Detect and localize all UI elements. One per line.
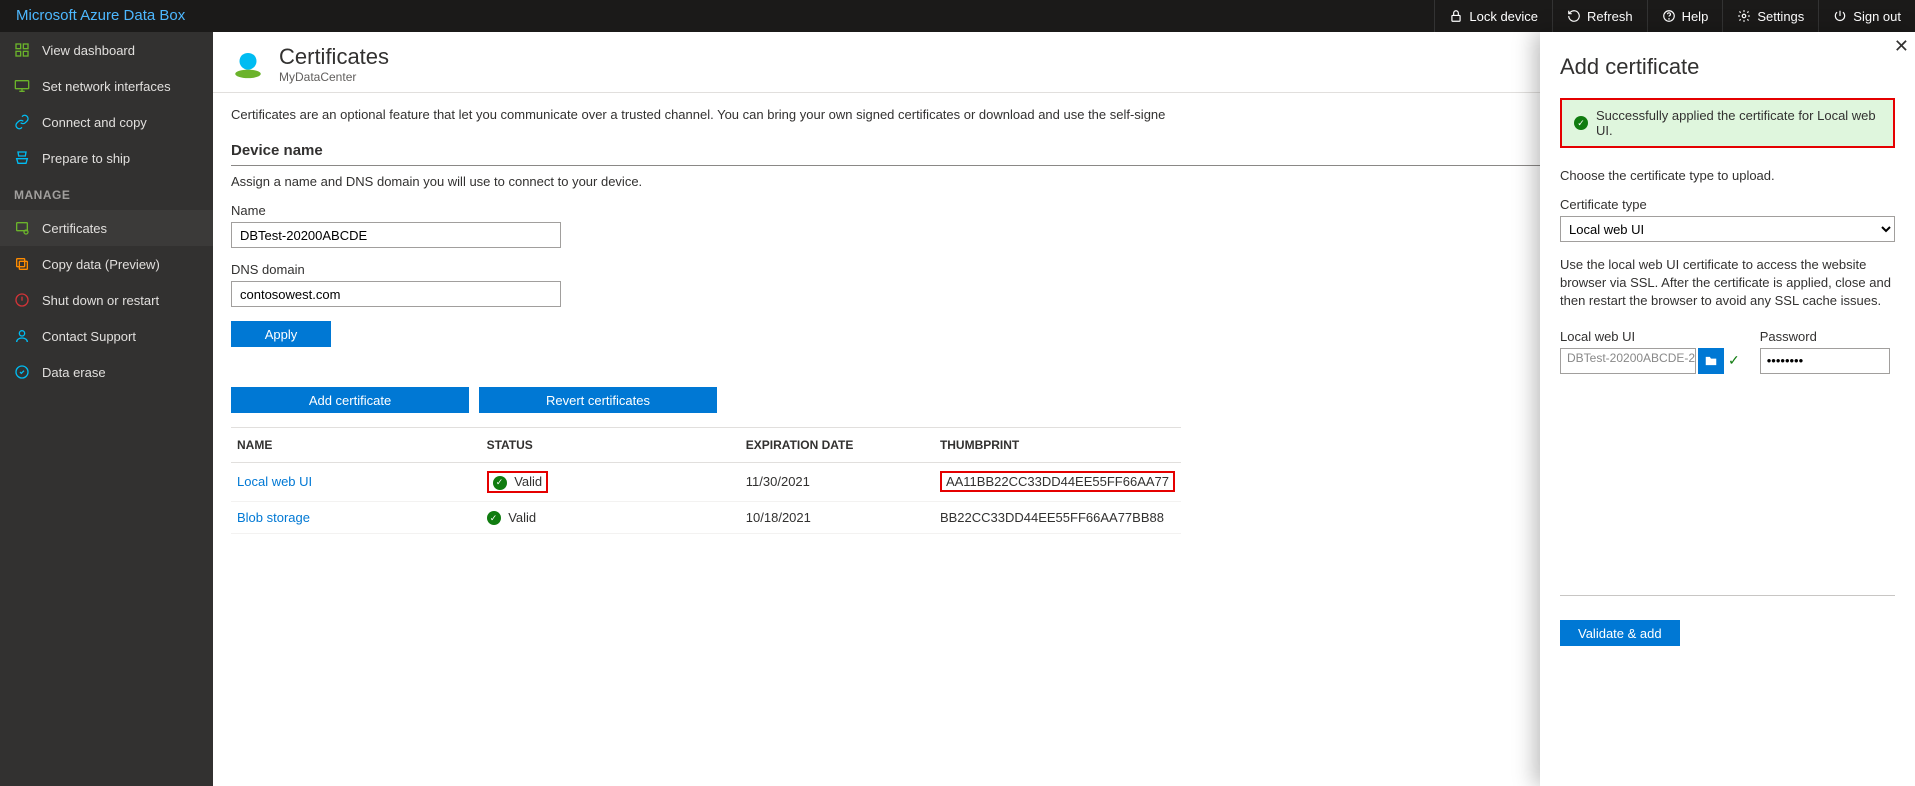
sidebar-item-dashboard[interactable]: View dashboard bbox=[0, 32, 213, 68]
copy-icon bbox=[14, 256, 30, 272]
table-row: Local web UI ✓ Valid 11/30/2021 AA11BB22… bbox=[231, 463, 1181, 502]
certificates-table: NAME STATUS EXPIRATION DATE THUMBPRINT L… bbox=[231, 427, 1181, 534]
file-name-field[interactable]: DBTest-20200ABCDE-2 bbox=[1560, 348, 1696, 374]
chain-icon bbox=[14, 114, 30, 130]
refresh-label: Refresh bbox=[1587, 9, 1633, 24]
cert-status: ✓ Valid bbox=[481, 501, 740, 534]
cert-help-text: Use the local web UI certificate to acce… bbox=[1560, 256, 1895, 311]
lock-device-button[interactable]: Lock device bbox=[1434, 0, 1552, 32]
panel-title: Add certificate bbox=[1560, 54, 1895, 80]
cert-type-label: Certificate type bbox=[1560, 197, 1895, 212]
sidebar-item-label: Prepare to ship bbox=[42, 151, 130, 166]
sidebar-item-support[interactable]: Contact Support bbox=[0, 318, 213, 354]
lock-device-label: Lock device bbox=[1469, 9, 1538, 24]
power-icon bbox=[1833, 9, 1847, 23]
cert-thumbprint: AA11BB22CC33DD44EE55FF66AA77 bbox=[934, 463, 1181, 502]
cert-thumbprint: BB22CC33DD44EE55FF66AA77BB88 bbox=[934, 501, 1181, 534]
refresh-icon bbox=[1567, 9, 1581, 23]
help-icon bbox=[1662, 9, 1676, 23]
sidebar-item-label: Shut down or restart bbox=[42, 293, 159, 308]
cert-link[interactable]: Local web UI bbox=[237, 474, 312, 489]
sidebar-item-label: Set network interfaces bbox=[42, 79, 171, 94]
sidebar-item-label: Contact Support bbox=[42, 329, 136, 344]
cert-expiration: 11/30/2021 bbox=[740, 463, 934, 502]
ship-icon bbox=[14, 150, 30, 166]
col-exp: EXPIRATION DATE bbox=[740, 428, 934, 463]
cert-link[interactable]: Blob storage bbox=[237, 510, 310, 525]
sidebar-item-copy[interactable]: Copy data (Preview) bbox=[0, 246, 213, 282]
topbar-actions: Lock device Refresh Help Settings Sign o… bbox=[1434, 0, 1915, 32]
network-icon bbox=[14, 78, 30, 94]
dns-input[interactable] bbox=[231, 281, 561, 307]
sidebar-item-label: Data erase bbox=[42, 365, 106, 380]
sidebar-item-label: Copy data (Preview) bbox=[42, 257, 160, 272]
col-name: NAME bbox=[231, 428, 481, 463]
sidebar-item-network[interactable]: Set network interfaces bbox=[0, 68, 213, 104]
signout-label: Sign out bbox=[1853, 9, 1901, 24]
validate-add-button[interactable]: Validate & add bbox=[1560, 620, 1680, 646]
sidebar-item-chain[interactable]: Connect and copy bbox=[0, 104, 213, 140]
cert-expiration: 10/18/2021 bbox=[740, 501, 934, 534]
sidebar-item-label: Certificates bbox=[42, 221, 107, 236]
apply-button[interactable]: Apply bbox=[231, 321, 331, 347]
topbar: Microsoft Azure Data Box Lock device Ref… bbox=[0, 0, 1915, 32]
signout-button[interactable]: Sign out bbox=[1818, 0, 1915, 32]
cert-status: ✓ Valid bbox=[481, 463, 740, 502]
choose-text: Choose the certificate type to upload. bbox=[1560, 168, 1895, 183]
password-label: Password bbox=[1760, 329, 1895, 344]
success-text: Successfully applied the certificate for… bbox=[1596, 108, 1881, 138]
password-input[interactable] bbox=[1760, 348, 1890, 374]
revert-certificates-button[interactable]: Revert certificates bbox=[479, 387, 717, 413]
settings-label: Settings bbox=[1757, 9, 1804, 24]
success-message: ✓ Successfully applied the certificate f… bbox=[1560, 98, 1895, 148]
sidebar-section-manage: MANAGE bbox=[0, 176, 213, 210]
cert-type-select[interactable]: Local web UI bbox=[1560, 216, 1895, 242]
sidebar-item-label: Connect and copy bbox=[42, 115, 147, 130]
file-valid-check-icon: ✓ bbox=[1728, 352, 1740, 369]
sidebar-item-erase[interactable]: Data erase bbox=[0, 354, 213, 390]
col-thumb: THUMBPRINT bbox=[934, 428, 1181, 463]
power-icon bbox=[14, 292, 30, 308]
dashboard-icon bbox=[14, 42, 30, 58]
sidebar-item-cert[interactable]: Certificates bbox=[0, 210, 213, 246]
browse-file-button[interactable] bbox=[1698, 348, 1724, 374]
file-label: Local web UI bbox=[1560, 329, 1740, 344]
sidebar-item-ship[interactable]: Prepare to ship bbox=[0, 140, 213, 176]
add-certificate-button[interactable]: Add certificate bbox=[231, 387, 469, 413]
check-icon: ✓ bbox=[1574, 116, 1588, 130]
gear-icon bbox=[1737, 9, 1751, 23]
erase-icon bbox=[14, 364, 30, 380]
sidebar: View dashboard Set network interfaces Co… bbox=[0, 32, 213, 786]
support-icon bbox=[14, 328, 30, 344]
page-title: Certificates bbox=[279, 44, 389, 70]
cert-icon bbox=[14, 220, 30, 236]
refresh-button[interactable]: Refresh bbox=[1552, 0, 1647, 32]
help-button[interactable]: Help bbox=[1647, 0, 1723, 32]
brand: Microsoft Azure Data Box bbox=[0, 0, 1060, 32]
sidebar-item-label: View dashboard bbox=[42, 43, 135, 58]
col-status: STATUS bbox=[481, 428, 740, 463]
folder-icon bbox=[1704, 354, 1718, 368]
table-row: Blob storage ✓ Valid 10/18/2021 BB22CC33… bbox=[231, 501, 1181, 534]
lock-icon bbox=[1449, 9, 1463, 23]
certificates-page-icon bbox=[231, 47, 265, 81]
settings-button[interactable]: Settings bbox=[1722, 0, 1818, 32]
add-certificate-panel: ✕ Add certificate ✓ Successfully applied… bbox=[1540, 32, 1915, 786]
close-icon[interactable]: ✕ bbox=[1894, 36, 1909, 57]
page-subtitle: MyDataCenter bbox=[279, 70, 389, 84]
help-label: Help bbox=[1682, 9, 1709, 24]
sidebar-item-power[interactable]: Shut down or restart bbox=[0, 282, 213, 318]
name-input[interactable] bbox=[231, 222, 561, 248]
